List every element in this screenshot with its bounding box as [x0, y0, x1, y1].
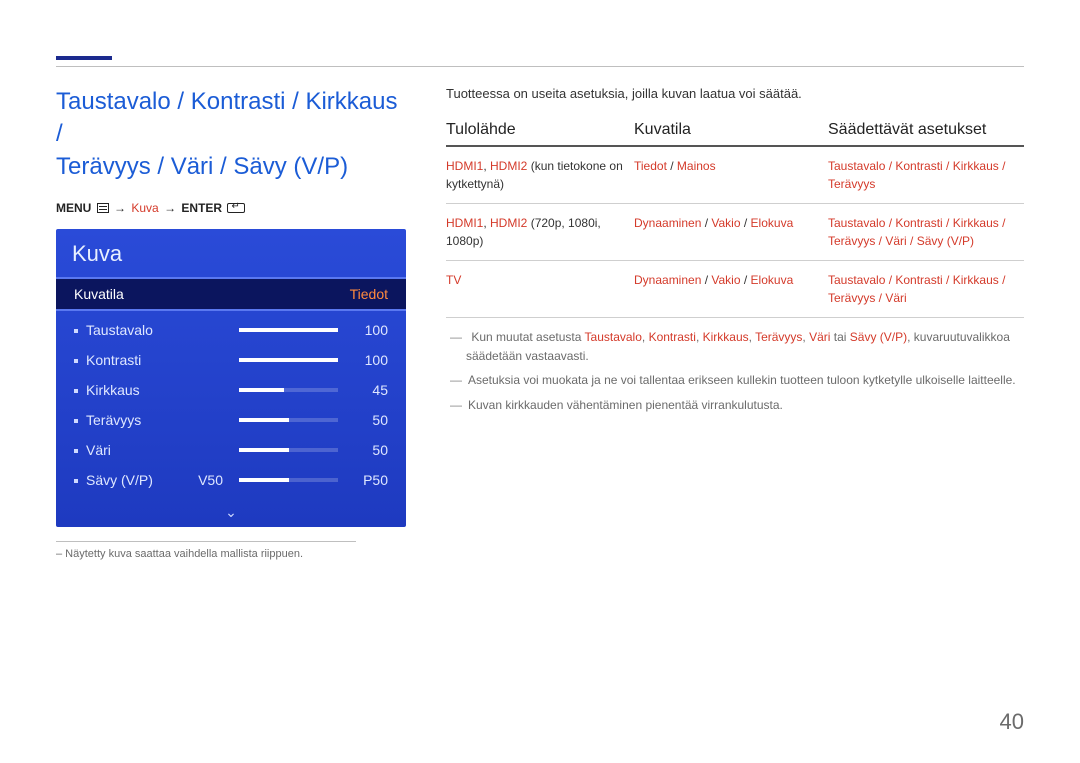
- cell-mode: Dynaaminen / Vakio / Elokuva: [634, 214, 828, 250]
- note-1-hl3: Kirkkaus: [703, 330, 749, 344]
- note-1-hl4: Terävyys: [755, 330, 802, 344]
- cell-settings: Taustavalo / Kontrasti / Kirkkaus / Terä…: [828, 157, 1024, 193]
- panel-footnote: – Näytetty kuva saattaa vaihdella mallis…: [56, 548, 406, 560]
- note-1-hl6: Sävy (V/P): [850, 330, 907, 344]
- page-title-line1: Taustavalo / Kontrasti / Kirkkaus /: [56, 88, 397, 147]
- table-body: HDMI1, HDMI2 (kun tietokone on kytkettyn…: [446, 147, 1024, 318]
- osd-item-s-vy-v-p-[interactable]: Sävy (V/P)V50 P50: [56, 465, 406, 495]
- osd-item-slider[interactable]: [239, 478, 338, 482]
- enter-icon: [227, 203, 245, 213]
- th-tulolahde: Tulolähde: [446, 121, 634, 139]
- osd-item-label: Väri: [74, 443, 184, 457]
- page-number: 40: [1000, 709, 1024, 735]
- osd-item-label: Taustavalo: [74, 323, 184, 337]
- section-tab-indicator: [56, 56, 112, 60]
- notes-list: Kun muutat asetusta Taustavalo, Kontrast…: [446, 328, 1024, 414]
- note-1-hl2: Kontrasti: [649, 330, 696, 344]
- chevron-down-icon[interactable]: ⌄: [56, 505, 406, 527]
- th-asetukset: Säädettävät asetukset: [828, 121, 1024, 139]
- panel-footnote-divider: [56, 541, 356, 542]
- menu-path: MENU → Kuva → ENTER: [56, 201, 406, 215]
- menu-path-kuva: Kuva: [131, 201, 158, 215]
- osd-item-slider[interactable]: [239, 448, 338, 452]
- note-1-hl1: Taustavalo: [585, 330, 642, 344]
- osd-kuvatila-row[interactable]: Kuvatila Tiedot: [56, 277, 406, 311]
- cell-settings: Taustavalo / Kontrasti / Kirkkaus / Terä…: [828, 214, 1024, 250]
- osd-item-label: Kirkkaus: [74, 383, 184, 397]
- menu-icon: [97, 203, 109, 213]
- menu-path-enter: ENTER: [181, 201, 222, 215]
- osd-item-slider[interactable]: [239, 358, 338, 362]
- cell-settings: Taustavalo / Kontrasti / Kirkkaus / Terä…: [828, 271, 1024, 307]
- note-1: Kun muutat asetusta Taustavalo, Kontrast…: [466, 328, 1024, 365]
- arrow-2: →: [164, 201, 176, 215]
- table-header-row: Tulolähde Kuvatila Säädettävät asetukset: [446, 121, 1024, 147]
- note-1-hl5: Väri: [809, 330, 830, 344]
- osd-item-slider[interactable]: [239, 388, 338, 392]
- note-1-t2: ,: [642, 330, 649, 344]
- cell-source: HDMI1, HDMI2 (kun tietokone on kytkettyn…: [446, 157, 634, 193]
- osd-item-label: Kontrasti: [74, 353, 184, 367]
- osd-item-value: 45: [348, 383, 388, 397]
- cell-mode: Dynaaminen / Vakio / Elokuva: [634, 271, 828, 307]
- intro-text: Tuotteessa on useita asetuksia, joilla k…: [446, 86, 1024, 101]
- osd-item-kontrasti[interactable]: Kontrasti 100: [56, 345, 406, 375]
- osd-item-v-ri[interactable]: Väri 50: [56, 435, 406, 465]
- osd-item-taustavalo[interactable]: Taustavalo 100: [56, 315, 406, 345]
- osd-kuvatila-label: Kuvatila: [74, 287, 124, 301]
- osd-item-value: 50: [348, 443, 388, 457]
- osd-item-label: Terävyys: [74, 413, 184, 427]
- settings-table: Tulolähde Kuvatila Säädettävät asetukset…: [446, 121, 1024, 318]
- osd-item-label: Sävy (V/P): [74, 473, 184, 487]
- osd-item-value: P50: [348, 473, 388, 487]
- note-2: Asetuksia voi muokata ja ne voi tallenta…: [466, 371, 1024, 390]
- table-row: TVDynaaminen / Vakio / ElokuvaTaustavalo…: [446, 261, 1024, 318]
- top-divider: [56, 66, 1024, 67]
- table-row: HDMI1, HDMI2 (720p, 1080i, 1080p)Dynaami…: [446, 204, 1024, 261]
- note-3: Kuvan kirkkauden vähentäminen pienentää …: [466, 396, 1024, 415]
- osd-item-value: 100: [348, 353, 388, 367]
- cell-mode: Tiedot / Mainos: [634, 157, 828, 193]
- osd-item-slider[interactable]: [239, 328, 338, 332]
- osd-item-kirkkaus[interactable]: Kirkkaus 45: [56, 375, 406, 405]
- cell-source: TV: [446, 271, 634, 307]
- osd-panel: Kuva Kuvatila Tiedot Taustavalo100Kontra…: [56, 229, 406, 527]
- osd-item-prevalue: V50: [184, 473, 229, 487]
- osd-item-ter-vyys[interactable]: Terävyys 50: [56, 405, 406, 435]
- osd-list: Taustavalo 100 Kontrasti 100 Kirkkaus 45 Teräv…: [56, 311, 406, 505]
- note-1-t3: ,: [696, 330, 703, 344]
- table-row: HDMI1, HDMI2 (kun tietokone on kytkettyn…: [446, 147, 1024, 204]
- osd-kuvatila-value: Tiedot: [350, 287, 388, 301]
- page-title: Taustavalo / Kontrasti / Kirkkaus / Terä…: [56, 86, 406, 183]
- note-1-t6: tai: [830, 330, 849, 344]
- page-title-line2: Terävyys / Väri / Sävy (V/P): [56, 153, 348, 180]
- arrow-1: →: [114, 201, 126, 215]
- osd-item-value: 50: [348, 413, 388, 427]
- menu-path-menu: MENU: [56, 201, 91, 215]
- osd-panel-title: Kuva: [56, 229, 406, 277]
- th-kuvatila: Kuvatila: [634, 121, 828, 139]
- osd-item-value: 100: [348, 323, 388, 337]
- note-1-text: Kun muutat asetusta: [471, 330, 584, 344]
- osd-item-slider[interactable]: [239, 418, 338, 422]
- cell-source: HDMI1, HDMI2 (720p, 1080i, 1080p): [446, 214, 634, 250]
